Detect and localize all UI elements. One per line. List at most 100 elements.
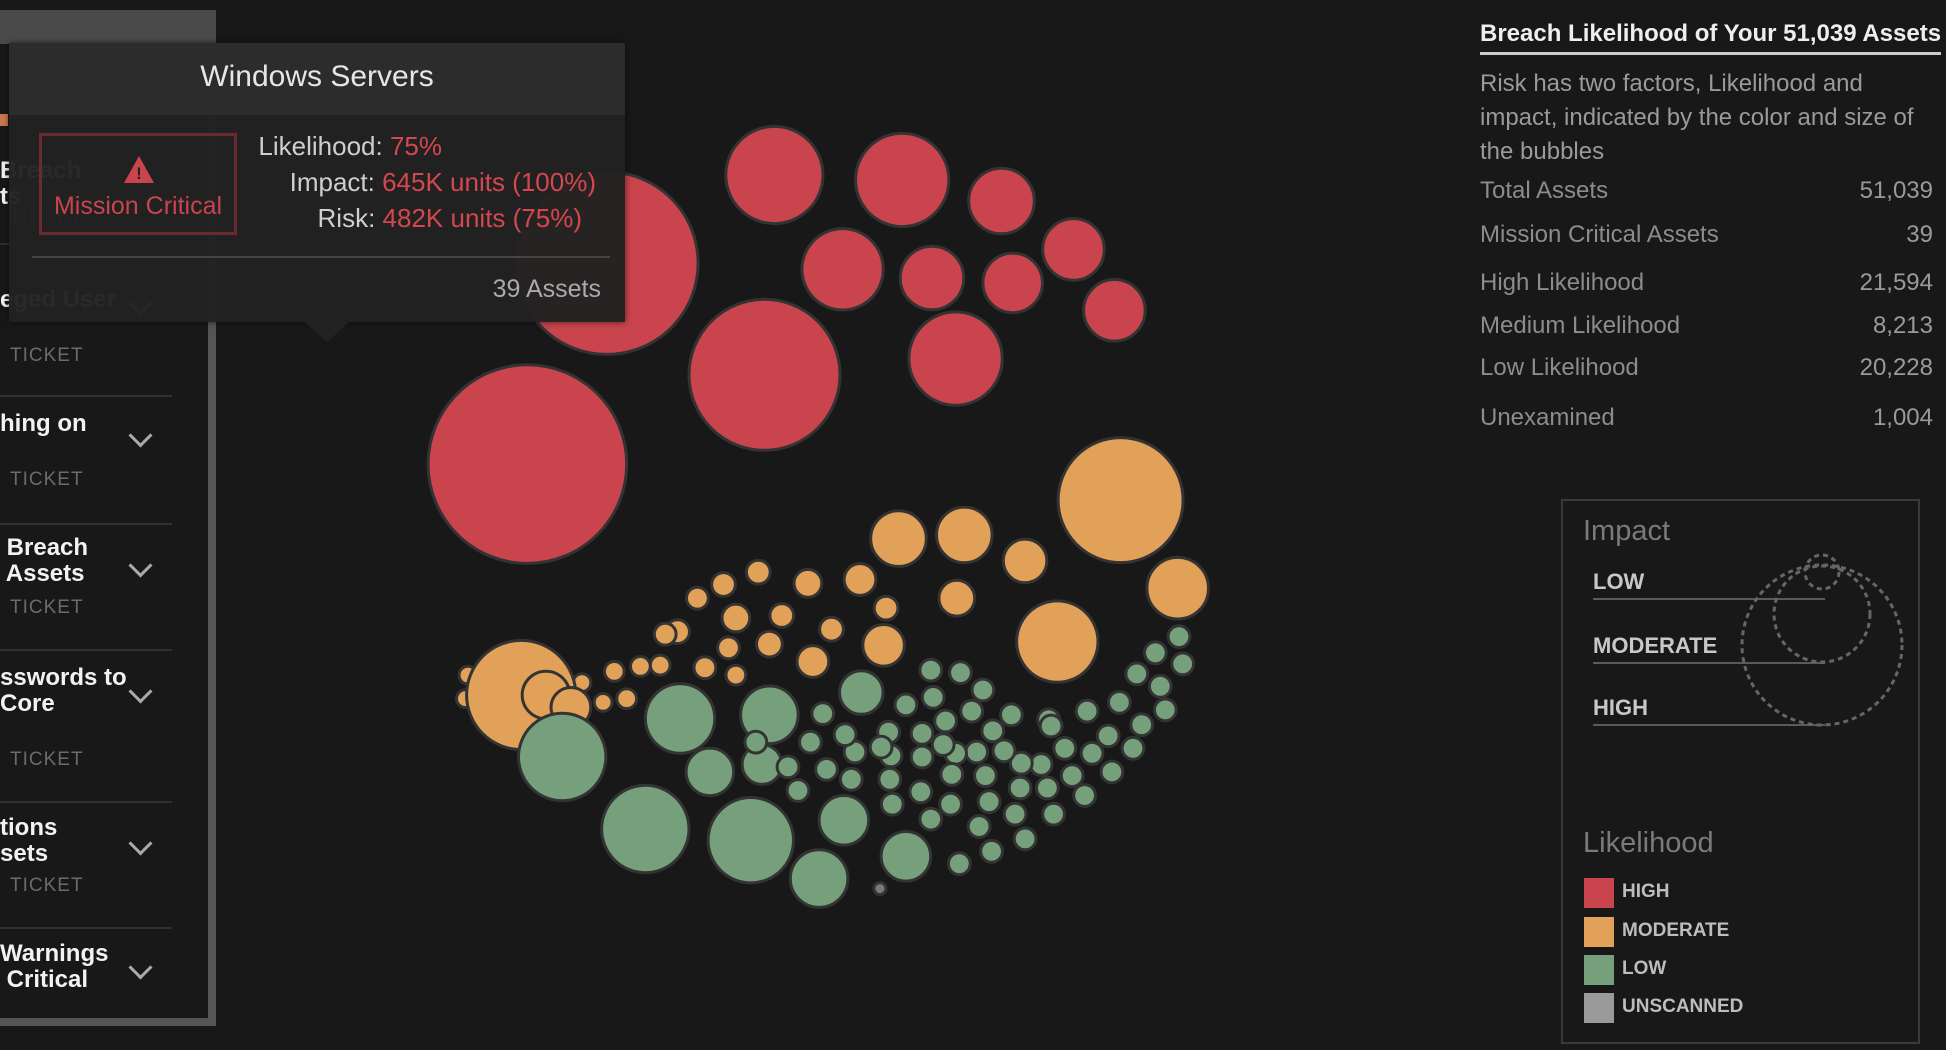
- bubble-moderate[interactable]: [692, 655, 718, 681]
- bubble-high[interactable]: [800, 227, 885, 312]
- bubble-moderate[interactable]: [1056, 436, 1185, 565]
- bubble-low[interactable]: [948, 660, 973, 685]
- bubble-moderate[interactable]: [861, 623, 906, 668]
- bubble-moderate[interactable]: [1145, 555, 1210, 621]
- bubble-high[interactable]: [426, 363, 629, 565]
- bubble-low[interactable]: [966, 814, 992, 839]
- bubble-moderate[interactable]: [768, 602, 796, 629]
- sidebar-item[interactable]: sswords to Core TICKET: [0, 651, 172, 803]
- bubble-low[interactable]: [817, 794, 871, 847]
- bubble-moderate[interactable]: [710, 571, 737, 598]
- bubble-low[interactable]: [918, 657, 944, 683]
- bubble-low[interactable]: [908, 779, 934, 805]
- bubble-low[interactable]: [877, 766, 903, 792]
- bubble-low[interactable]: [930, 732, 956, 757]
- bubble-low[interactable]: [1002, 801, 1028, 827]
- ticket-link[interactable]: TICKET: [10, 597, 84, 619]
- bubble-low[interactable]: [1124, 661, 1150, 687]
- bubble-low[interactable]: [684, 746, 736, 798]
- bubble-high[interactable]: [898, 244, 966, 312]
- bubble-low[interactable]: [810, 701, 836, 726]
- bubble-low[interactable]: [1143, 640, 1168, 666]
- chevron-down-icon[interactable]: [128, 955, 153, 980]
- bubble-low[interactable]: [920, 685, 946, 710]
- bubble-low[interactable]: [1107, 690, 1132, 715]
- bubble-moderate[interactable]: [724, 663, 748, 687]
- bubble-low[interactable]: [976, 789, 1002, 815]
- bubble-unscanned[interactable]: [872, 881, 888, 897]
- sidebar-item[interactable]: hing on TICKET: [0, 397, 172, 525]
- bubble-low[interactable]: [933, 708, 958, 734]
- bubble-low[interactable]: [775, 754, 801, 780]
- bubble-low[interactable]: [1012, 826, 1038, 852]
- bubble-moderate[interactable]: [652, 621, 678, 647]
- bubble-low[interactable]: [1072, 783, 1097, 808]
- bubble-low[interactable]: [1079, 740, 1105, 766]
- bubble-high[interactable]: [907, 310, 1004, 407]
- bubble-moderate[interactable]: [592, 692, 614, 713]
- bubble-moderate[interactable]: [615, 687, 639, 711]
- bubble-moderate[interactable]: [842, 562, 878, 597]
- chevron-down-icon[interactable]: [128, 679, 153, 704]
- bubble-moderate[interactable]: [869, 509, 928, 568]
- bubble-low[interactable]: [1052, 735, 1078, 761]
- ticket-link[interactable]: TICKET: [10, 749, 84, 771]
- bubble-moderate[interactable]: [716, 635, 741, 661]
- bubble-moderate[interactable]: [1015, 599, 1100, 684]
- bubble-low[interactable]: [1129, 712, 1155, 738]
- bubble-low[interactable]: [999, 702, 1024, 728]
- bubble-moderate[interactable]: [872, 594, 900, 622]
- bubble-low[interactable]: [643, 682, 717, 755]
- bubble-low[interactable]: [939, 762, 965, 787]
- bubble-low[interactable]: [814, 757, 839, 782]
- sidebar-item[interactable]: Warnings Critical: [0, 929, 172, 989]
- bubble-low[interactable]: [1120, 735, 1146, 761]
- bubble-high[interactable]: [967, 166, 1036, 236]
- bubble-low[interactable]: [918, 806, 944, 832]
- bubble-low[interactable]: [1038, 713, 1064, 739]
- bubble-low[interactable]: [1170, 651, 1196, 677]
- bubble-high[interactable]: [687, 297, 842, 452]
- bubble-low[interactable]: [979, 838, 1004, 864]
- bubble-low[interactable]: [1152, 697, 1178, 723]
- bubble-low[interactable]: [1074, 698, 1100, 724]
- bubble-moderate[interactable]: [744, 558, 772, 586]
- bubble-low[interactable]: [893, 692, 919, 718]
- bubble-moderate[interactable]: [685, 585, 710, 611]
- bubble-low[interactable]: [785, 778, 811, 803]
- bubble-low[interactable]: [600, 783, 691, 875]
- bubble-moderate[interactable]: [937, 578, 977, 618]
- chevron-down-icon[interactable]: [128, 831, 153, 856]
- bubble-low[interactable]: [938, 791, 963, 817]
- bubble-moderate[interactable]: [1001, 537, 1049, 585]
- bubble-low[interactable]: [879, 791, 905, 817]
- chevron-down-icon[interactable]: [128, 423, 153, 448]
- bubble-low[interactable]: [1035, 775, 1060, 801]
- bubble-low[interactable]: [964, 739, 990, 765]
- bubble-moderate[interactable]: [602, 660, 626, 683]
- bubble-low[interactable]: [909, 721, 935, 746]
- bubble-low[interactable]: [1007, 775, 1033, 801]
- bubble-low[interactable]: [868, 734, 894, 760]
- ticket-link[interactable]: TICKET: [10, 469, 84, 491]
- bubble-low[interactable]: [946, 851, 972, 877]
- sidebar-item[interactable]: tions sets TICKET: [0, 803, 172, 929]
- bubble-low[interactable]: [1166, 624, 1192, 649]
- bubble-high[interactable]: [1041, 217, 1106, 282]
- sidebar-item[interactable]: Breach Assets TICKET: [0, 525, 172, 651]
- bubble-moderate[interactable]: [935, 505, 994, 565]
- bubble-moderate[interactable]: [629, 655, 652, 678]
- chevron-down-icon[interactable]: [128, 553, 153, 578]
- bubble-low[interactable]: [798, 729, 823, 755]
- bubble-moderate[interactable]: [755, 629, 784, 659]
- bubble-low[interactable]: [743, 729, 769, 755]
- bubble-moderate[interactable]: [818, 615, 845, 643]
- ticket-link[interactable]: TICKET: [10, 345, 84, 367]
- bubble-low[interactable]: [1095, 723, 1121, 749]
- bubble-low[interactable]: [1099, 759, 1125, 785]
- bubble-high[interactable]: [1082, 278, 1147, 343]
- bubble-low[interactable]: [832, 722, 858, 748]
- bubble-low[interactable]: [517, 711, 608, 803]
- bubble-moderate[interactable]: [648, 653, 672, 677]
- bubble-low[interactable]: [991, 738, 1017, 764]
